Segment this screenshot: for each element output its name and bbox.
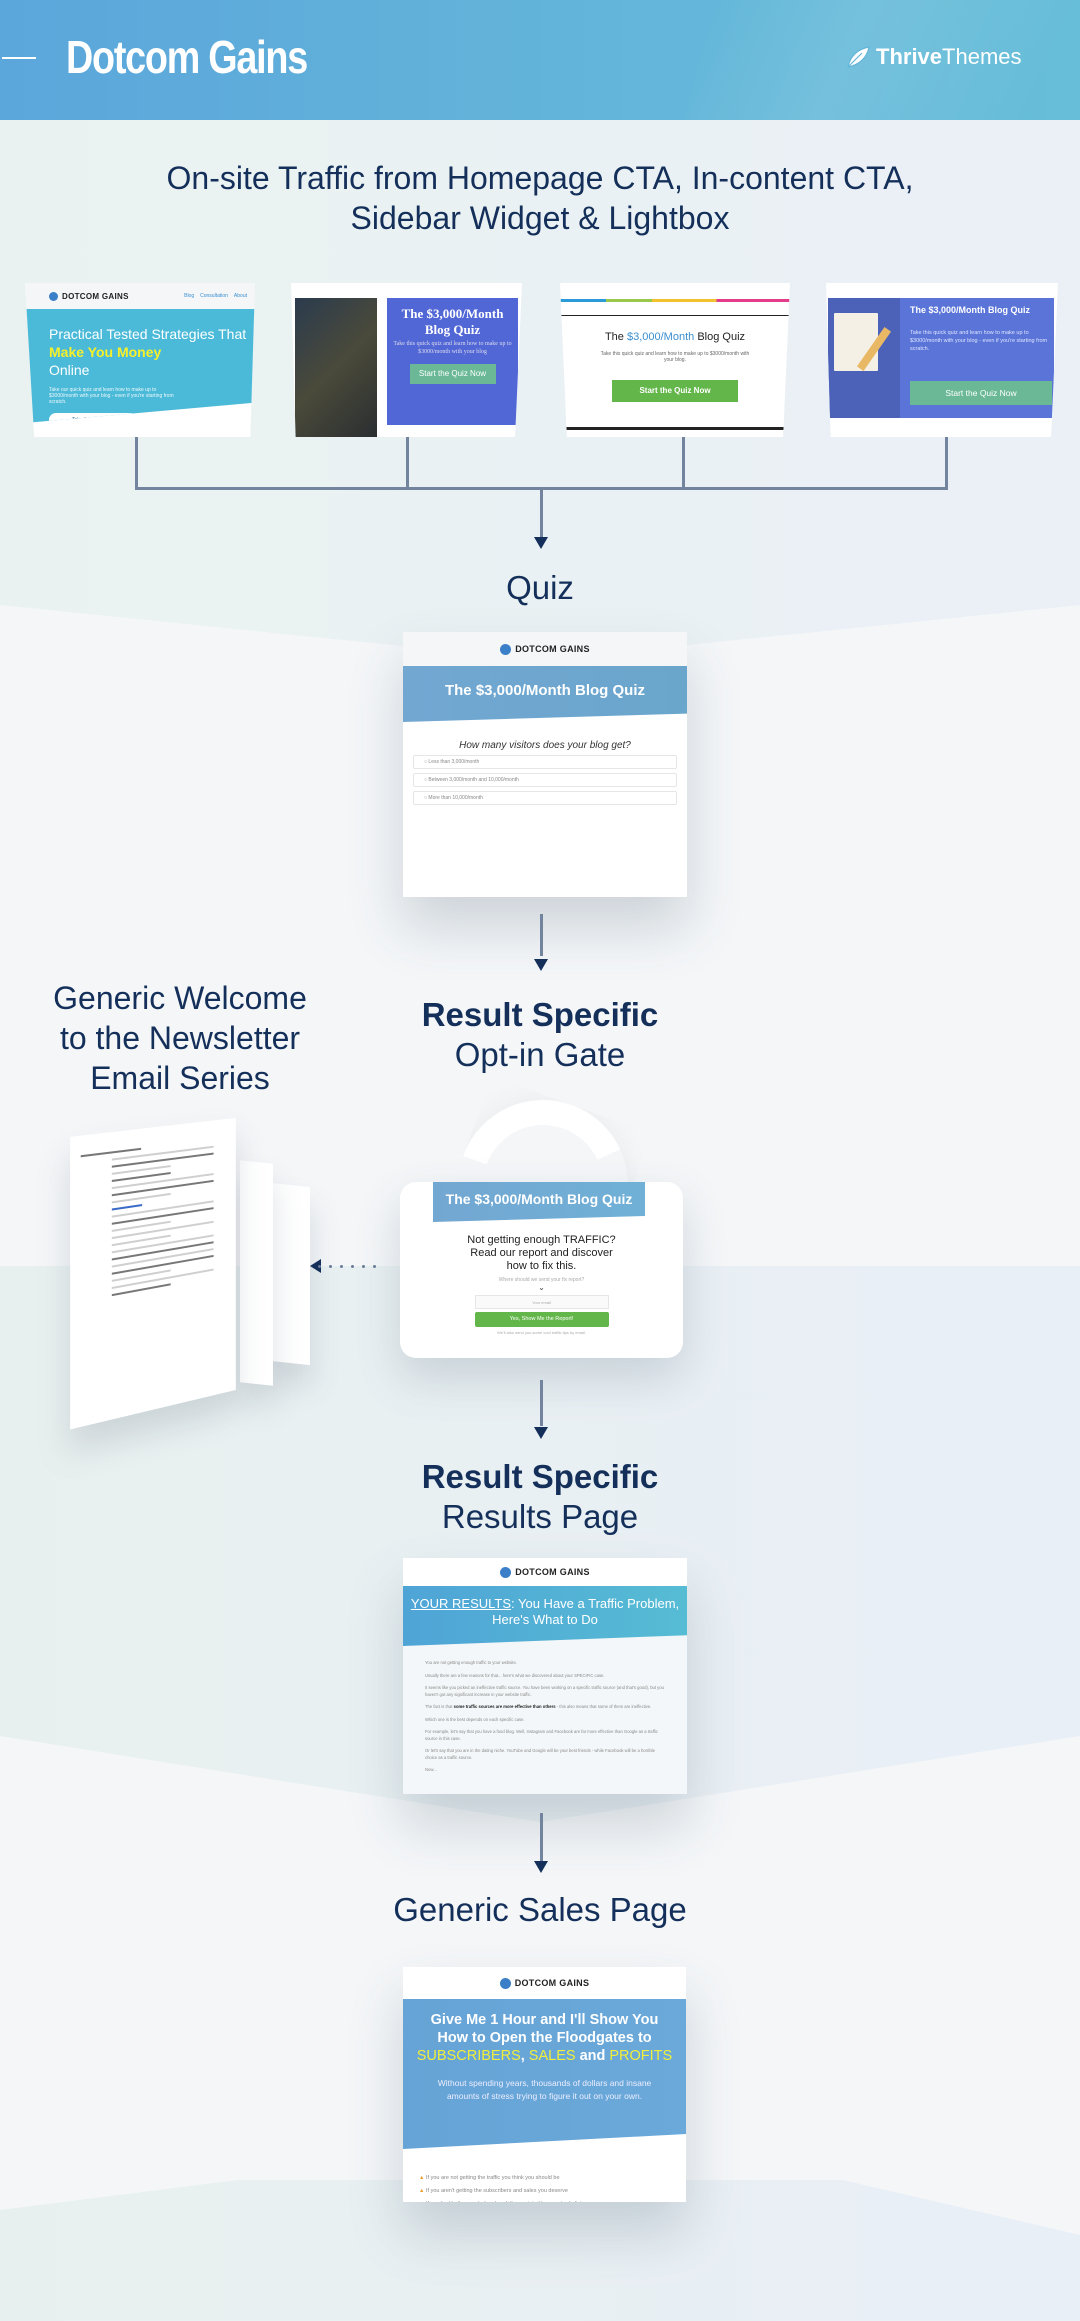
logo-light-text: Themes	[942, 44, 1022, 69]
logo-icon	[49, 291, 58, 301]
nav-consultation[interactable]: Consultation	[200, 293, 228, 299]
header-dash	[2, 57, 36, 59]
site-title: Dotcom Gains	[66, 31, 308, 83]
connector-line	[406, 437, 409, 489]
logo-icon	[500, 1566, 512, 1578]
title-line-1: On-site Traffic from Homepage CTA, In-co…	[166, 160, 914, 196]
results-page-label: Result Specific Results Page	[421, 1458, 659, 1535]
quiz-header: DOTCOM GAINS	[403, 632, 687, 666]
nav-about[interactable]: About	[234, 293, 247, 299]
take-quiz-button[interactable]: Take the Quiz Now	[49, 413, 137, 423]
arrow-down-icon	[534, 537, 548, 549]
in-content-text: Take this quick quiz and learn how to ma…	[393, 341, 512, 355]
logo-icon	[499, 1977, 511, 1989]
sales-subtext: Without spending years, thousands of dol…	[437, 2078, 652, 2101]
sales-bullet: ▲ If you are not getting the traffic you…	[419, 2175, 560, 2181]
sales-header: DOTCOM GAINS	[403, 1967, 686, 1999]
show-report-button[interactable]: Yes, Show Me the Report!	[474, 1312, 609, 1327]
sidebar-widget-headline: The $3,000/Month Blog Quiz	[604, 331, 746, 343]
warning-icon: ▲	[419, 2201, 424, 2202]
connector-line	[540, 1380, 543, 1426]
quiz-option[interactable]: More than 10,000/month	[413, 791, 677, 805]
welcome-email-preview	[70, 1117, 236, 1430]
sales-hero: Give Me 1 Hour and I'll Show You How to …	[403, 1999, 686, 2149]
start-quiz-button[interactable]: Start the Quiz Now	[910, 381, 1052, 405]
lightbox-card: The $3,000/Month Blog Quiz Take this qui…	[826, 283, 1058, 437]
sales-page-label: Generic Sales Page	[393, 1891, 687, 1928]
arrow-down-icon	[534, 1861, 548, 1873]
leaf-icon	[847, 46, 870, 68]
start-quiz-button[interactable]: Start the Quiz Now	[409, 364, 496, 384]
nav-blog[interactable]: Blog	[184, 293, 194, 299]
arrow-down-icon	[534, 1427, 548, 1439]
chevron-down-icon: ⌄	[538, 1283, 545, 1292]
connector-line	[540, 490, 543, 538]
sales-page-card: DOTCOM GAINS Give Me 1 Hour and I'll Sho…	[403, 1967, 686, 2202]
in-content-panel: The $3,000/Month Blog Quiz Take this qui…	[387, 298, 518, 425]
quiz-question: How many visitors does your blog get?	[459, 740, 631, 751]
sidebar-widget-text: Take this quick quiz and learn how to ma…	[600, 351, 750, 363]
start-quiz-button[interactable]: Start the Quiz Now	[612, 380, 738, 402]
homepage-text: Take our quick quiz and learn how to mak…	[49, 387, 174, 405]
quiz-card: DOTCOM GAINS The $3,000/Month Blog Quiz …	[403, 632, 687, 897]
sidebar-widget-card: The $3,000/Month Blog Quiz Take this qui…	[560, 283, 790, 437]
warning-icon: ▲	[419, 2188, 425, 2194]
quiz-option[interactable]: Between 3,000/month and 10,000/month	[413, 773, 677, 787]
optin-gate-card: The $3,000/Month Blog Quiz Not getting e…	[400, 1182, 683, 1358]
connector-line	[540, 1813, 543, 1863]
email-page-back	[270, 1182, 310, 1366]
arrow-down-icon	[534, 959, 548, 971]
email-page-middle	[240, 1160, 273, 1386]
traffic-sources-title: On-site Traffic from Homepage CTA, In-co…	[0, 158, 1080, 238]
results-header: DOTCOM GAINS	[403, 1558, 687, 1586]
lightbox-text: Take this quick quiz and learn how to ma…	[910, 330, 1048, 352]
newsletter-label: Generic Welcome to the Newsletter Email …	[53, 980, 307, 1096]
results-headline: YOUR RESULTS: You Have a Traffic Problem…	[403, 1586, 687, 1646]
color-stripe	[560, 299, 790, 302]
dotcom-gains-logo: DOTCOM GAINS	[499, 1977, 590, 1989]
connector-line	[682, 437, 685, 489]
dotcom-gains-logo: DOTCOM GAINS	[49, 291, 129, 301]
in-content-image	[295, 298, 377, 437]
email-input[interactable]: Your email	[474, 1295, 609, 1309]
quiz-option[interactable]: Less than 3,000/month	[413, 755, 677, 769]
connector-line	[945, 437, 948, 489]
optin-gate-title: The $3,000/Month Blog Quiz	[433, 1182, 645, 1222]
dotcom-gains-logo: DOTCOM GAINS	[500, 643, 590, 655]
divider	[560, 427, 790, 430]
homepage-nav-bar: DOTCOM GAINS Blog Consultation About	[25, 283, 255, 309]
results-body: You are not getting enough traffic to yo…	[425, 1660, 664, 1772]
optin-gate-headline: Not getting enough TRAFFIC? Read our rep…	[467, 1234, 616, 1272]
homepage-headline: Practical Tested Strategies That Make Yo…	[49, 326, 247, 378]
quiz-label: Quiz	[506, 569, 574, 606]
dotcom-gains-logo: DOTCOM GAINS	[500, 1566, 590, 1578]
homepage-cta-card: DOTCOM GAINS Blog Consultation About Pra…	[25, 283, 255, 437]
homepage-hero: Practical Tested Strategies That Make Yo…	[25, 309, 255, 423]
homepage-nav: Blog Consultation About	[184, 293, 247, 299]
dotted-connector	[318, 1265, 376, 1268]
sales-headline: Give Me 1 Hour and I'll Show You How to …	[416, 2012, 673, 2064]
optin-gate-footnote: We'll also send you some cool traffic ti…	[497, 1330, 586, 1335]
sales-bullet: ▲ If you aren't getting the subscribers …	[419, 2188, 568, 2194]
warning-icon: ▲	[419, 2175, 425, 2181]
optin-gate-label: Result Specific Opt-in Gate	[421, 996, 659, 1073]
divider	[560, 315, 790, 316]
lightbox-headline: The $3,000/Month Blog Quiz	[910, 305, 1031, 315]
connector-line	[540, 914, 543, 956]
in-content-headline: The $3,000/Month Blog Quiz	[401, 306, 504, 337]
in-content-cta-card: The $3,000/Month Blog Quiz Take this qui…	[291, 283, 522, 437]
sales-bullet: ▲ If you feel both overwhelmed and disap…	[419, 2199, 686, 2202]
header-banner: Dotcom Gains ThriveThemes	[0, 0, 1080, 120]
connector-line	[135, 437, 138, 489]
results-page-card: DOTCOM GAINS YOUR RESULTS: You Have a Tr…	[403, 1558, 687, 1794]
logo-icon	[500, 643, 512, 655]
logo-bold-text: Thrive	[876, 44, 943, 69]
quiz-title: The $3,000/Month Blog Quiz	[403, 666, 687, 722]
thrive-themes-logo: ThriveThemes	[846, 44, 1022, 70]
title-line-2: Sidebar Widget & Lightbox	[350, 200, 730, 236]
